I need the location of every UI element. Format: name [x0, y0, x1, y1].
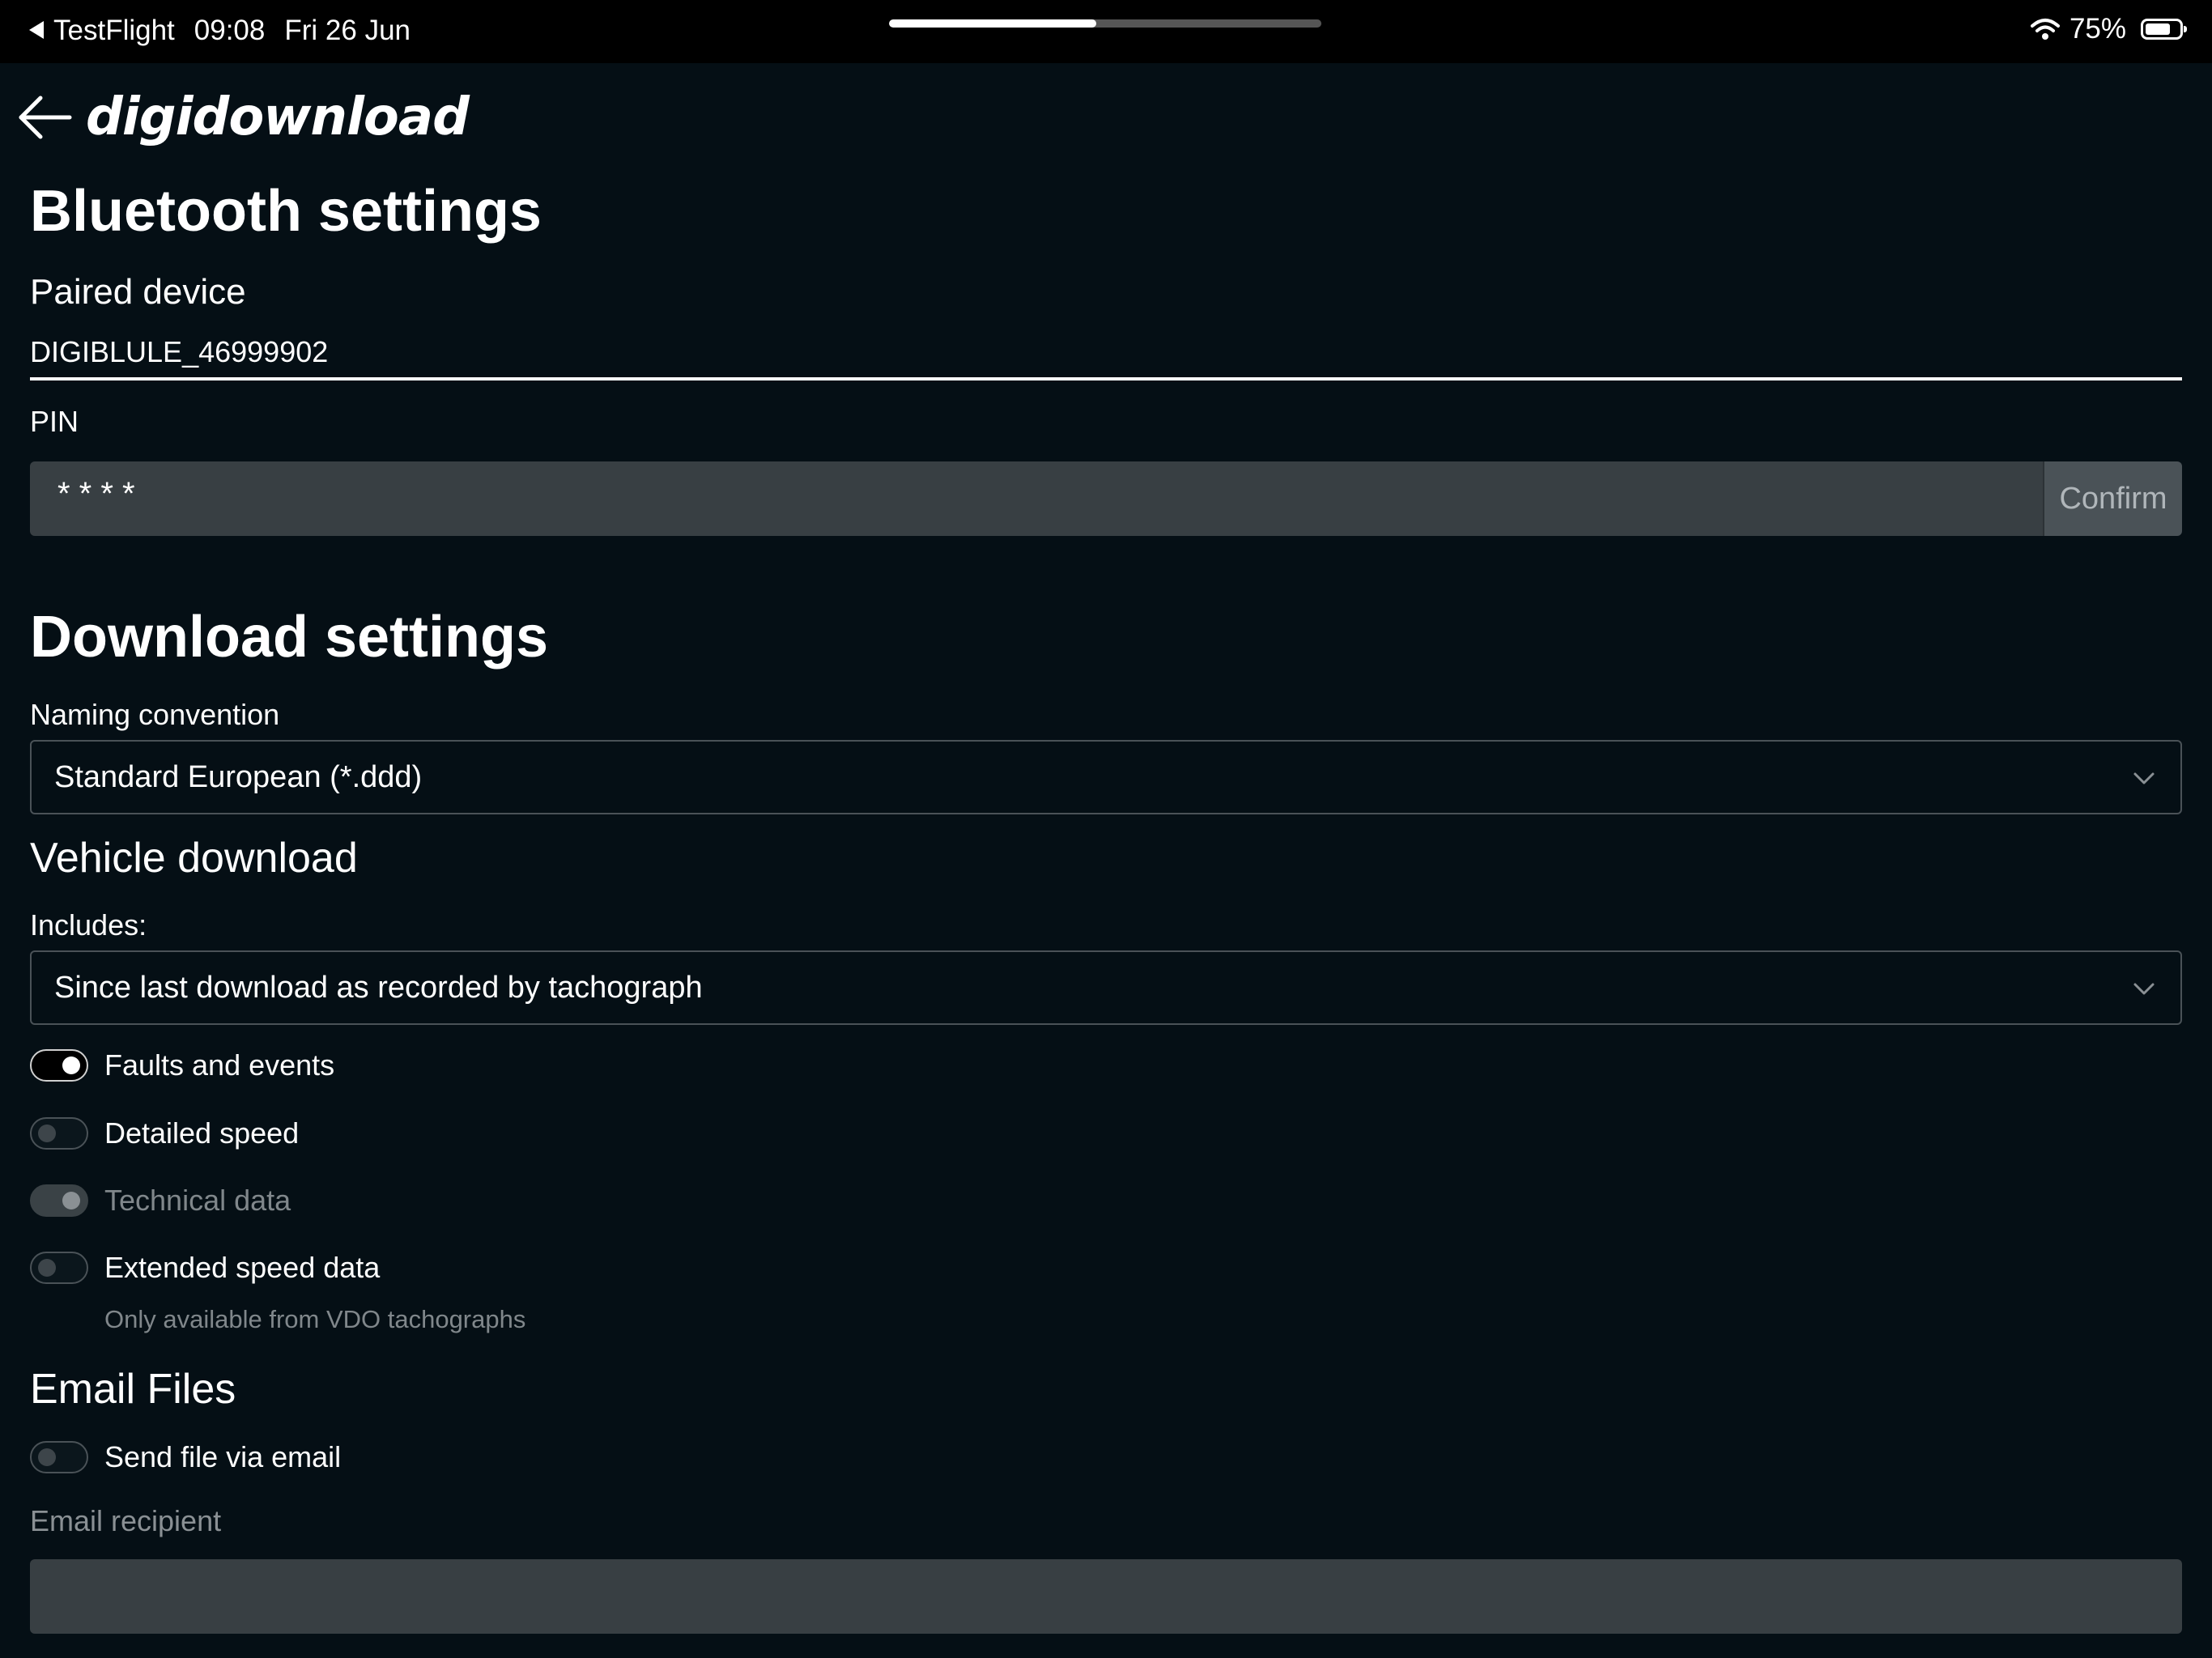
faults-and-events-label: Faults and events	[104, 1048, 335, 1082]
battery-icon	[2141, 19, 2187, 40]
technical-data-label: Technical data	[104, 1184, 291, 1217]
send-file-via-email-toggle[interactable]	[30, 1441, 88, 1473]
toggle-row-extended-speed-data[interactable]: Extended speed data	[30, 1250, 380, 1286]
toggle-knob	[38, 1259, 56, 1277]
download-settings-title: Download settings	[30, 605, 549, 670]
toggle-row-faults-and-events[interactable]: Faults and events	[30, 1048, 334, 1083]
chevron-down-icon	[2133, 983, 2155, 995]
naming-convention-select[interactable]: Standard European (*.ddd)	[30, 740, 2182, 814]
toggle-row-send-file-via-email[interactable]: Send file via email	[30, 1439, 341, 1475]
includes-value: Since last download as recorded by tacho…	[54, 971, 703, 1005]
arrow-left-icon[interactable]	[16, 93, 74, 142]
paired-device-value[interactable]: DIGIBLULE_46999902	[30, 335, 2182, 369]
includes-select[interactable]: Since last download as recorded by tacho…	[30, 950, 2182, 1025]
wifi-icon	[2030, 19, 2060, 40]
bluetooth-settings-title: Bluetooth settings	[30, 179, 542, 244]
back-app-label[interactable]: TestFlight	[53, 15, 175, 46]
extended-speed-data-label: Extended speed data	[104, 1251, 381, 1284]
toggle-row-technical-data: Technical data	[30, 1183, 291, 1218]
send-file-via-email-label: Send file via email	[104, 1440, 342, 1473]
toggle-knob	[38, 1124, 56, 1142]
naming-convention-value: Standard European (*.ddd)	[54, 760, 423, 794]
toggle-knob	[62, 1192, 80, 1209]
status-date: Fri 26 Jun	[284, 15, 410, 46]
status-bar-left: TestFlight 09:08 Fri 26 Jun	[29, 15, 410, 47]
naming-convention-label: Naming convention	[30, 698, 280, 731]
chevron-down-icon	[2133, 772, 2155, 784]
app-header: digidownload	[16, 85, 470, 150]
detailed-speed-label: Detailed speed	[104, 1116, 300, 1150]
toggle-row-detailed-speed[interactable]: Detailed speed	[30, 1116, 299, 1151]
status-time: 09:08	[194, 15, 266, 46]
multitasking-indicator-fill	[889, 19, 1097, 28]
vehicle-download-title: Vehicle download	[30, 835, 358, 882]
extended-speed-data-toggle[interactable]	[30, 1252, 88, 1284]
back-to-app-icon[interactable]	[29, 21, 44, 39]
multitasking-indicator[interactable]	[889, 19, 1321, 28]
email-recipient-input[interactable]	[30, 1559, 2182, 1634]
technical-data-toggle	[30, 1184, 88, 1217]
toggle-knob	[38, 1448, 56, 1466]
paired-device-label: Paired device	[30, 272, 246, 312]
detailed-speed-toggle[interactable]	[30, 1117, 88, 1150]
paired-device-underline	[30, 377, 2182, 380]
status-bar-right: 75%	[2030, 13, 2187, 45]
pin-input[interactable]: * * * *	[30, 461, 2043, 536]
confirm-pin-button[interactable]: Confirm	[2043, 461, 2182, 536]
email-recipient-label: Email recipient	[30, 1504, 222, 1537]
app-logo: digidownload	[86, 87, 470, 147]
toggle-knob	[62, 1056, 80, 1074]
battery-percent: 75%	[2069, 13, 2126, 45]
battery-level	[2146, 23, 2170, 35]
faults-and-events-toggle[interactable]	[30, 1049, 88, 1082]
extended-speed-hint: Only available from VDO tachographs	[104, 1305, 526, 1333]
pin-label: PIN	[30, 405, 79, 438]
includes-label: Includes:	[30, 908, 147, 942]
status-bar: TestFlight 09:08 Fri 26 Jun 75%	[0, 0, 2212, 63]
email-files-title: Email Files	[30, 1366, 236, 1413]
